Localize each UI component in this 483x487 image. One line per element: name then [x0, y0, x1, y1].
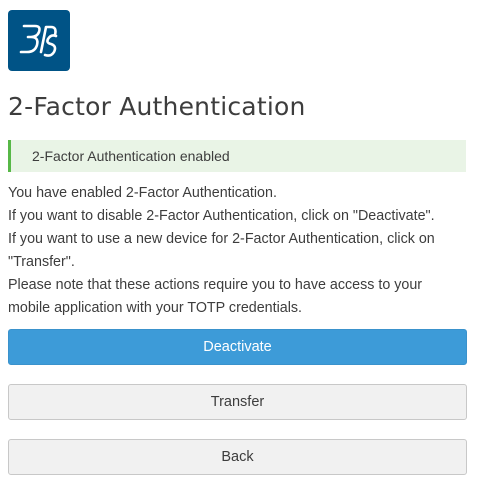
description-line: Please note that these actions require y… — [8, 277, 423, 293]
transfer-button[interactable]: Transfer — [8, 384, 467, 420]
deactivate-button-label: Deactivate — [203, 339, 272, 355]
status-alert-text: 2-Factor Authentication enabled — [32, 148, 230, 164]
description-line: "Transfer". — [8, 254, 75, 270]
3ds-logo-icon — [19, 24, 58, 57]
deactivate-button[interactable]: Deactivate — [8, 329, 467, 365]
description-line: If you want to use a new device for 2-Fa… — [8, 231, 435, 247]
dassault-systemes-logo — [8, 10, 70, 71]
page-title: 2-Factor Authentication — [8, 92, 306, 121]
description-line: If you want to disable 2-Factor Authenti… — [8, 208, 435, 224]
back-button-label: Back — [221, 449, 254, 465]
transfer-button-label: Transfer — [210, 394, 265, 410]
status-alert: 2-Factor Authentication enabled — [8, 140, 466, 172]
description-line: You have enabled 2-Factor Authentication… — [8, 185, 277, 201]
description-text: You have enabled 2-Factor Authentication… — [8, 182, 474, 320]
description-line: mobile application with your TOTP creden… — [8, 300, 303, 316]
back-button[interactable]: Back — [8, 439, 467, 475]
two-factor-page: 2-Factor Authentication 2-Factor Authent… — [0, 0, 483, 487]
